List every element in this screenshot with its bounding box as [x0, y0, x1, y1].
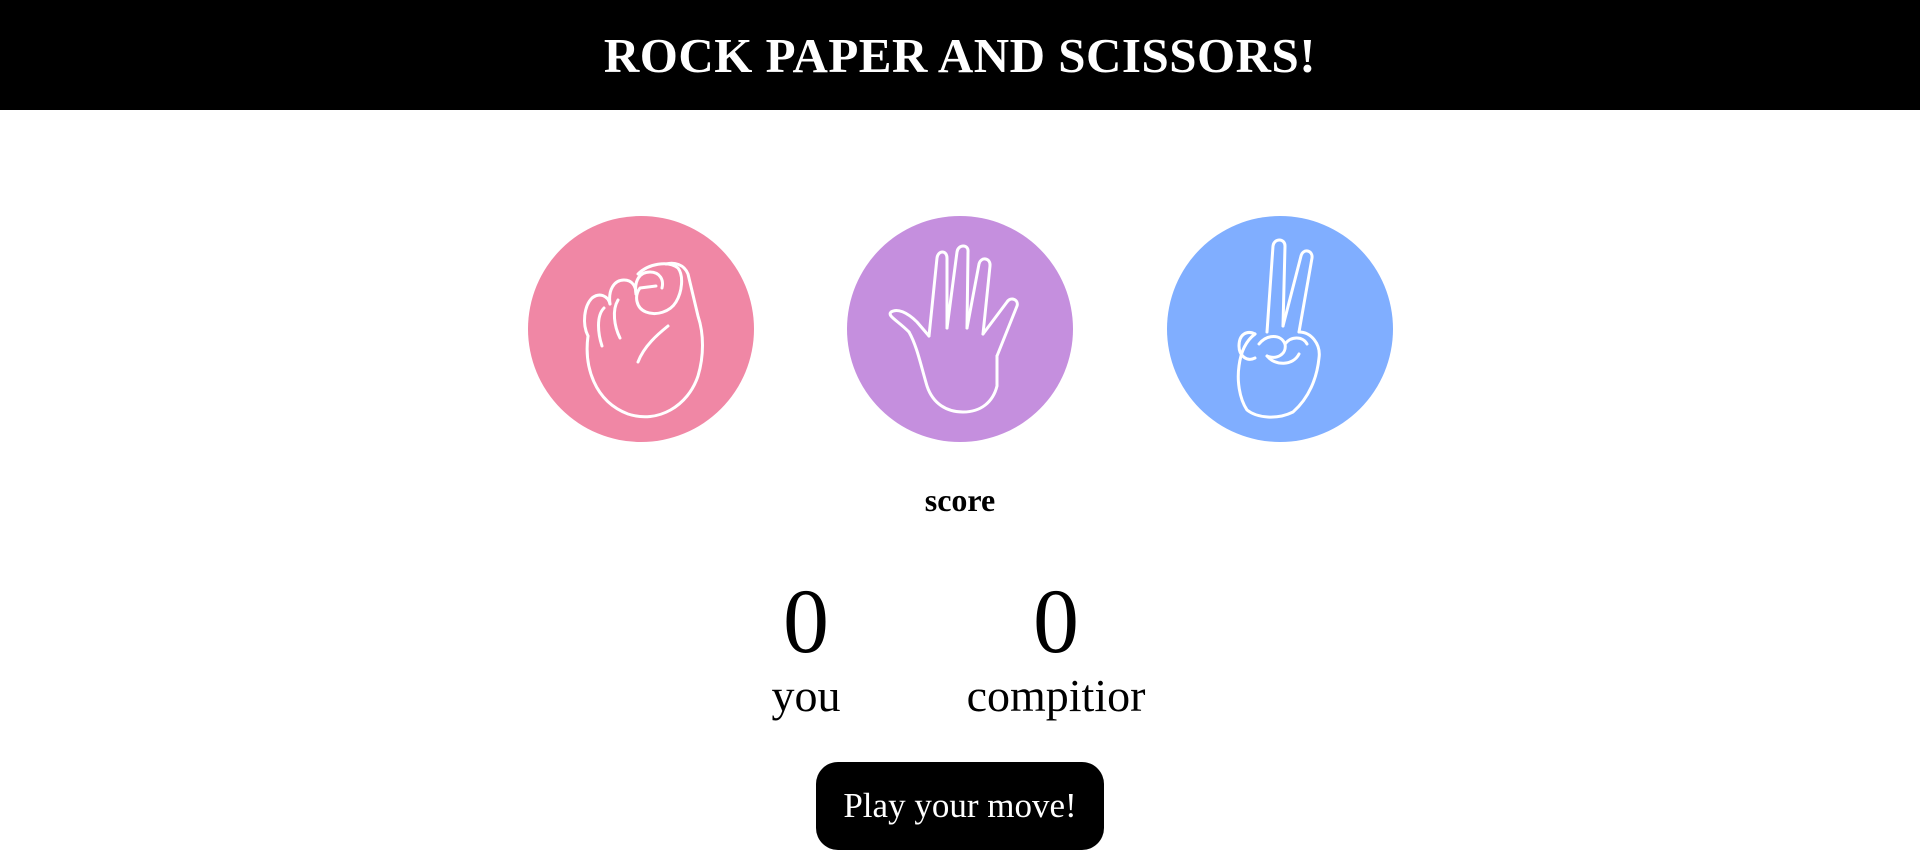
paper-choice[interactable]	[847, 216, 1073, 442]
score-heading: score	[924, 482, 996, 518]
peace-hand-icon	[1167, 216, 1393, 442]
user-score-label: you	[771, 670, 841, 721]
header-bar: ROCK PAPER AND SCISSORS!	[0, 0, 1920, 110]
choices-row	[0, 216, 1920, 442]
user-score-block: 0 you	[686, 575, 926, 721]
user-score: 0	[783, 570, 829, 672]
scissors-choice[interactable]	[1167, 216, 1393, 442]
computer-score-block: 0 compitior	[936, 575, 1176, 721]
play-move-message[interactable]: Play your move!	[816, 762, 1104, 850]
rock-choice[interactable]	[528, 216, 754, 442]
computer-score-label: compitior	[966, 670, 1146, 721]
page-title: ROCK PAPER AND SCISSORS!	[603, 27, 1317, 83]
open-hand-icon	[847, 216, 1073, 442]
fist-icon	[528, 216, 754, 442]
computer-score: 0	[1033, 570, 1079, 672]
